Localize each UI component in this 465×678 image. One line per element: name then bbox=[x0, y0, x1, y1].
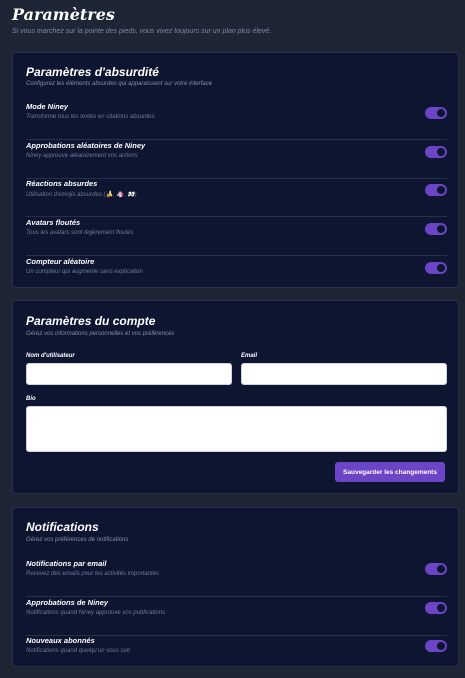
page-title: Paramètres bbox=[12, 5, 115, 24]
toggle-knob bbox=[437, 264, 445, 272]
toggle-knob bbox=[437, 225, 445, 233]
absurdity-card-title: Paramètres d'absurdité bbox=[26, 65, 159, 79]
username-label: Nom d'utilisateur bbox=[26, 353, 75, 359]
setting-label: Mode Niney bbox=[26, 102, 69, 111]
absurd-reactions-toggle[interactable] bbox=[425, 184, 447, 196]
toggle-knob bbox=[437, 565, 445, 573]
bio-textarea[interactable] bbox=[26, 406, 447, 452]
setting-description: Un compteur qui augmente sans explicatio… bbox=[26, 269, 143, 275]
setting-row-mode-niney: Mode Niney Transforme tous les textes en… bbox=[26, 102, 447, 140]
random-approvals-toggle[interactable] bbox=[425, 146, 447, 158]
niney-approvals-toggle[interactable] bbox=[425, 602, 447, 614]
notification-description: Notifications quand quelqu'un vous suit bbox=[26, 648, 130, 654]
mode-niney-toggle[interactable] bbox=[425, 107, 447, 119]
page-subtitle: Si vous marchez sur la pointe des pieds,… bbox=[12, 28, 272, 35]
save-changes-button[interactable]: Sauvegarder les changements bbox=[335, 462, 445, 482]
setting-label: Réactions absurdes bbox=[26, 179, 98, 188]
notifications-card-title: Notifications bbox=[26, 520, 99, 534]
blurred-avatars-toggle[interactable] bbox=[425, 223, 447, 235]
random-counter-toggle[interactable] bbox=[425, 262, 447, 274]
absurdity-card-description: Configurez les éléments absurdes qui app… bbox=[26, 81, 213, 87]
setting-description: Niney approuve aléatoirement vos actions bbox=[26, 153, 138, 159]
setting-description: Tous les avatars sont légèrement floutés bbox=[26, 230, 134, 236]
email-input[interactable] bbox=[241, 363, 447, 385]
setting-row-random-approvals: Approbations aléatoires de Niney Niney a… bbox=[26, 141, 447, 179]
toggle-knob bbox=[437, 186, 445, 194]
email-notifications-toggle[interactable] bbox=[425, 563, 447, 575]
notification-row-new-followers: Nouveaux abonnés Notifications quand que… bbox=[26, 636, 447, 674]
toggle-knob bbox=[437, 604, 445, 612]
toggle-knob bbox=[437, 642, 445, 650]
bio-label: Bio bbox=[26, 396, 36, 402]
account-card-description: Gérez vos informations personnelles et v… bbox=[26, 331, 175, 337]
notification-description: Recevez des emails pour les activités im… bbox=[26, 571, 160, 577]
new-followers-toggle[interactable] bbox=[425, 640, 447, 652]
notification-label: Approbations de Niney bbox=[26, 598, 109, 607]
notification-label: Notifications par email bbox=[26, 559, 107, 568]
notification-row-email: Notifications par email Recevez des emai… bbox=[26, 559, 447, 597]
notifications-card-description: Gérez vos préférences de notifications bbox=[26, 537, 129, 543]
email-label: Email bbox=[241, 353, 258, 359]
setting-description: Transforme tous les textes en citations … bbox=[26, 114, 155, 120]
setting-row-absurd-reactions: Réactions absurdes Utilisation d'emojis … bbox=[26, 179, 447, 217]
username-input[interactable] bbox=[26, 363, 232, 385]
setting-row-blurred-avatars: Avatars floutés Tous les avatars sont lé… bbox=[26, 218, 447, 256]
account-card-title: Paramètres du compte bbox=[26, 314, 156, 328]
toggle-knob bbox=[437, 148, 445, 156]
setting-description: Utilisation d'emojis absurdes (🍌, 🦄, 👀) bbox=[26, 192, 137, 198]
notification-description: Notifications quand Niney approuve vos p… bbox=[26, 610, 166, 616]
notification-row-niney-approvals: Approbations de Niney Notifications quan… bbox=[26, 598, 447, 636]
setting-label: Avatars floutés bbox=[26, 218, 81, 227]
notifications-card: Notifications Gérez vos préférences de n… bbox=[12, 507, 459, 667]
setting-label: Compteur aléatoire bbox=[26, 257, 95, 266]
settings-page: Paramètres Si vous marchez sur la pointe… bbox=[0, 0, 465, 678]
notification-label: Nouveaux abonnés bbox=[26, 636, 95, 645]
absurdity-settings-card: Paramètres d'absurdité Configurez les él… bbox=[12, 52, 459, 288]
toggle-knob bbox=[437, 109, 445, 117]
setting-row-random-counter: Compteur aléatoire Un compteur qui augme… bbox=[26, 257, 447, 295]
setting-label: Approbations aléatoires de Niney bbox=[26, 141, 146, 150]
account-settings-card: Paramètres du compte Gérez vos informati… bbox=[12, 300, 459, 494]
